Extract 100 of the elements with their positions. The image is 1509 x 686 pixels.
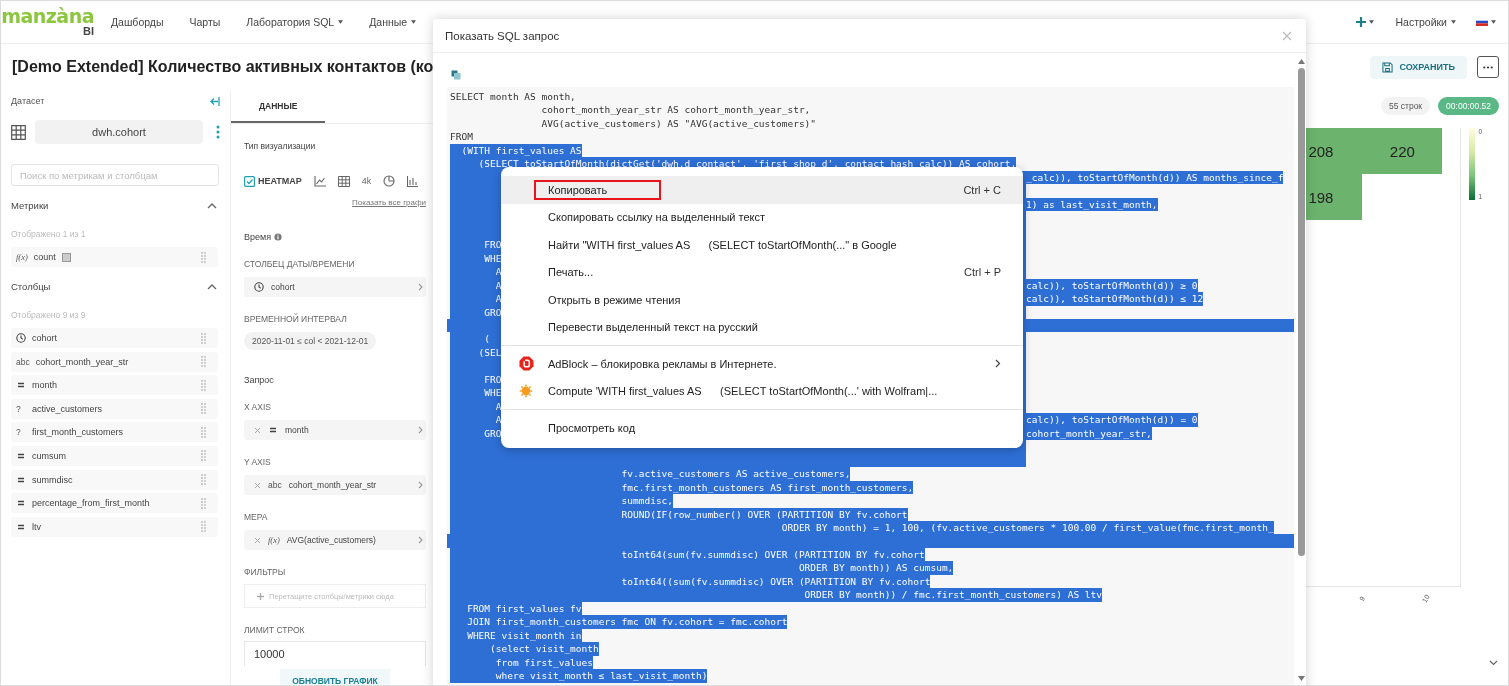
- remove-icon[interactable]: [254, 481, 261, 489]
- chevron-up-icon[interactable]: [207, 202, 217, 209]
- drag-handle-icon[interactable]: [201, 332, 206, 344]
- scrollbar[interactable]: [1296, 59, 1306, 681]
- scroll-down-icon[interactable]: [1297, 676, 1305, 681]
- bar-chart-icon[interactable]: [407, 175, 419, 187]
- column-item[interactable]: cohort: [11, 328, 218, 348]
- caret-icon: [338, 20, 344, 24]
- field-label: МЕРА: [244, 512, 269, 522]
- chevron-up-icon[interactable]: [207, 283, 217, 290]
- drag-handle-icon[interactable]: [201, 379, 206, 391]
- query-field[interactable]: abc cohort_month_year_str: [244, 475, 426, 495]
- menu-label: Открыть в режиме чтения: [547, 292, 682, 308]
- clock-icon: [254, 282, 264, 292]
- save-button[interactable]: СОХРАНИТЬ: [1370, 55, 1467, 79]
- remove-icon[interactable]: [254, 426, 261, 434]
- caret-icon: [1368, 20, 1374, 24]
- menu-label: Найти "WITH first_values AS (SELECT toStartOfMonth(..." в Google: [547, 237, 898, 253]
- timer-badge: 00:00:00.52: [1438, 97, 1499, 115]
- update-chart-button[interactable]: ОБНОВИТЬ ГРАФИК: [280, 669, 390, 685]
- big-number-option[interactable]: 4k: [361, 176, 372, 186]
- section-title: Столбцы: [11, 281, 51, 292]
- field-label: ФИЛЬТРЫ: [244, 567, 287, 577]
- column-item[interactable]: ? active_customers: [11, 398, 218, 419]
- nav-link[interactable]: Чарты: [189, 16, 221, 28]
- menu-label: Перевести выделенный текст на русский: [547, 320, 759, 336]
- sun-icon: [519, 384, 533, 399]
- save-icon: [1382, 61, 1394, 73]
- column-item[interactable]: ltv: [11, 516, 218, 537]
- row-count-badge: 55 строк: [1380, 97, 1431, 115]
- menu-item[interactable]: AdBlock – блокировка рекламы в Интернете.: [501, 350, 1023, 378]
- heatmap-option[interactable]: HEATMAP: [244, 175, 302, 187]
- drag-handle-icon[interactable]: [201, 356, 206, 368]
- section-label: Время: [244, 232, 272, 242]
- language-menu[interactable]: [1476, 18, 1496, 26]
- collapse-icon[interactable]: [210, 96, 220, 106]
- field-label: ЛИМИТ СТРОК: [244, 625, 306, 635]
- kebab-icon[interactable]: [216, 125, 220, 139]
- close-icon[interactable]: [1282, 30, 1292, 41]
- remove-icon[interactable]: [254, 536, 261, 544]
- add-menu[interactable]: [1355, 17, 1374, 27]
- column-name: cohort_month_year_str: [35, 356, 129, 367]
- type-label: ?: [16, 427, 22, 438]
- menu-item[interactable]: Перевести выделенный текст на русский: [501, 313, 1023, 341]
- scrollbar-thumb[interactable]: [1297, 68, 1305, 556]
- nav-link[interactable]: Данные: [369, 16, 417, 28]
- query-field[interactable]: f(x) AVG(active_customers): [244, 530, 426, 550]
- drag-handle-icon[interactable]: [201, 251, 206, 263]
- menu-item[interactable]: Просмотреть код: [501, 414, 1023, 442]
- drag-handle-icon[interactable]: [201, 474, 206, 486]
- copy-icon[interactable]: [451, 70, 461, 80]
- line-chart-icon[interactable]: [313, 175, 326, 187]
- column-item[interactable]: percentage_from_first_month: [11, 493, 218, 514]
- settings-menu[interactable]: Настройки: [1395, 16, 1456, 28]
- section-label: Тип визуализации: [244, 141, 317, 151]
- field-label: X AXIS: [244, 402, 272, 412]
- pie-chart-icon[interactable]: [383, 175, 396, 187]
- field-label: СТОЛБЕЦ ДАТЫ/ВРЕМЕНИ: [244, 259, 356, 269]
- shortcut-label: Ctrl + C: [963, 183, 1001, 196]
- time-column-field[interactable]: cohort: [244, 277, 426, 297]
- field-label: Y AXIS: [244, 457, 272, 467]
- metric-item[interactable]: f(x) count: [11, 247, 218, 267]
- column-name: percentage_from_first_month: [32, 498, 150, 509]
- nav-link[interactable]: Лаборатория SQL: [246, 16, 344, 28]
- count-label: Отображено 9 из 9: [11, 310, 87, 320]
- column-name: month: [32, 380, 57, 391]
- dataset-selector[interactable]: dwh.cohort: [35, 120, 203, 144]
- drag-handle-icon[interactable]: [201, 426, 206, 438]
- checkbox-icon: [244, 175, 255, 187]
- drag-handle-icon[interactable]: [201, 403, 206, 415]
- menu-item[interactable]: Скопировать ссылку на выделенный текст: [501, 203, 1023, 231]
- field-value: AVG(active_customers): [286, 535, 376, 545]
- chevron-down-icon[interactable]: [1489, 660, 1498, 666]
- column-item[interactable]: abc cohort_month_year_str: [11, 351, 218, 372]
- column-item[interactable]: ? first_month_customers: [11, 422, 218, 443]
- show-all-link[interactable]: Показать все графи: [244, 198, 426, 207]
- drag-handle-icon[interactable]: [201, 450, 206, 462]
- more-button[interactable]: [1477, 56, 1499, 78]
- code-line: SELECT month AS month,: [450, 90, 576, 104]
- table-icon[interactable]: [337, 175, 350, 187]
- column-name: cumsum: [32, 450, 66, 461]
- chevron-right-icon: [418, 283, 423, 291]
- code-line: cohort_month_year_str AS cohort_month_year_str,: [540, 103, 811, 117]
- drag-handle-icon[interactable]: [201, 521, 206, 533]
- scroll-up-icon[interactable]: [1297, 59, 1305, 64]
- menu-label: Печать...: [547, 265, 595, 281]
- stop-sign-icon: [519, 356, 534, 372]
- color-scale: [1469, 128, 1476, 200]
- time-range-chip[interactable]: 2020-11-01 ≤ col < 2021-12-01: [244, 332, 377, 350]
- row-limit-select[interactable]: 10000: [244, 641, 426, 666]
- search-field[interactable]: Поиск по метрикам и столбцам: [11, 164, 219, 186]
- tab[interactable]: ДАННЫЕ: [231, 90, 326, 123]
- nav-link[interactable]: Дашборды: [111, 16, 164, 28]
- column-item[interactable]: cumsum: [11, 445, 218, 466]
- menu-item[interactable]: Копировать Ctrl + C: [501, 176, 1023, 204]
- menu-item[interactable]: Печать... Ctrl + P: [501, 258, 1023, 286]
- column-item[interactable]: summdisc: [11, 469, 218, 490]
- column-item[interactable]: month: [11, 375, 218, 396]
- query-field[interactable]: month: [244, 420, 426, 440]
- drag-handle-icon[interactable]: [201, 497, 206, 509]
